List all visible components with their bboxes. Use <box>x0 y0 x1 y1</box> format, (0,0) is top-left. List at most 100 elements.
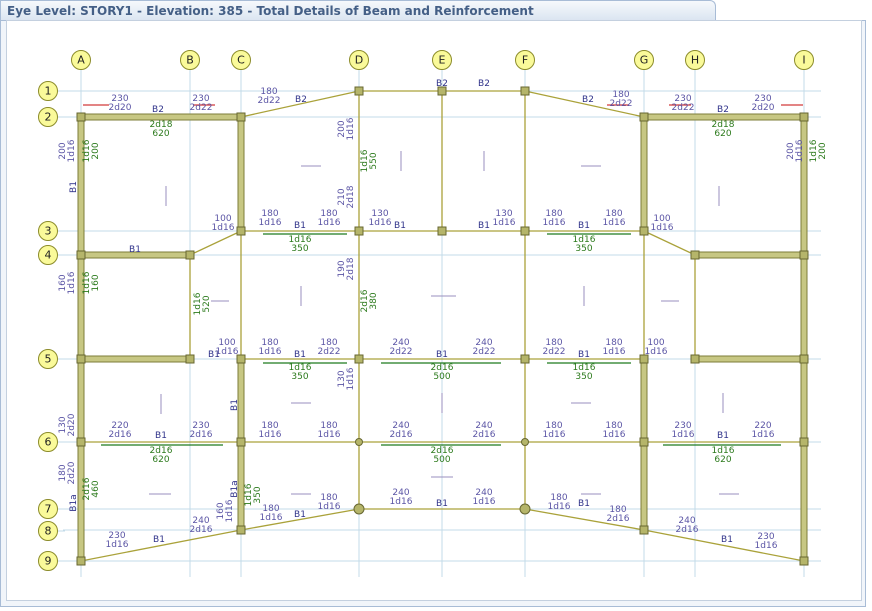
beam-label: 1d16 <box>212 223 235 233</box>
column <box>639 525 649 535</box>
drawing-window: Eye Level: STORY1 - Elevation: 385 - Tot… <box>0 0 872 611</box>
vertical-label: 1d16 <box>67 139 77 162</box>
column <box>639 112 649 122</box>
beam-label: 2d22 <box>258 96 281 106</box>
beam-label: B1 <box>436 350 448 360</box>
beam-label: 2d16 <box>190 525 213 535</box>
beam-label: 2d16 <box>190 430 213 440</box>
grid-label-e: E <box>439 54 446 67</box>
beam-label: 2d22 <box>318 347 341 357</box>
grid-label-row-9: 9 <box>45 555 52 568</box>
beam-label: 1d16 <box>493 218 516 228</box>
column <box>236 525 246 535</box>
beam-label: 350 <box>575 372 592 382</box>
beam-label: 1d16 <box>548 502 571 512</box>
grid-label-a: A <box>77 54 85 67</box>
grid-label-row-4: 4 <box>45 249 52 262</box>
beam-label: 1d16 <box>543 430 566 440</box>
column <box>437 226 447 236</box>
vertical-label: B1a <box>230 480 240 497</box>
vertical-label: 1d16 <box>795 139 805 162</box>
beam-label: 500 <box>433 455 450 465</box>
beam-label: 1d16 <box>106 540 129 550</box>
beam-label: 1d16 <box>645 347 668 357</box>
wall-v <box>800 116 808 562</box>
beam-label: 1d16 <box>752 430 775 440</box>
beam-label: 620 <box>152 129 169 139</box>
beam-label: 2d22 <box>390 347 413 357</box>
grid-label-g: G <box>640 54 649 67</box>
column <box>236 112 246 122</box>
beam-line <box>643 230 696 256</box>
wall-h <box>694 355 805 363</box>
column <box>799 556 809 566</box>
beam-label: 1d16 <box>259 218 282 228</box>
beam-label: B1 <box>153 535 165 545</box>
column <box>639 226 649 236</box>
beam-label: B2 <box>478 79 490 89</box>
grid-label-row-5: 5 <box>45 353 52 366</box>
grid-label-d: D <box>355 54 363 67</box>
beam-label: B1 <box>436 499 448 509</box>
beam-label: 1d16 <box>603 218 626 228</box>
grid-label-h: H <box>691 54 699 67</box>
column <box>799 354 809 364</box>
floor-plan[interactable]: A B C D E F G H I123456789B2B2B2 B2B2B22302d20230… <box>7 21 863 602</box>
column <box>236 437 246 447</box>
beam-label: 2d22 <box>672 103 695 113</box>
beam-label: 1d16 <box>543 218 566 228</box>
vertical-label: 1d16 <box>67 271 77 294</box>
window-tab[interactable]: Eye Level: STORY1 - Elevation: 385 - Tot… <box>0 0 716 20</box>
vertical-label: 460 <box>91 480 101 497</box>
beam-label: 2d22 <box>190 103 213 113</box>
column <box>690 250 700 260</box>
drawing-canvas[interactable]: A B C D E F G H I 1 2 3 4 5 6 7 8 9 B2 B2 B2 B2 B2 B2 230 2d20 230… <box>6 20 862 601</box>
vertical-label: 1d16 <box>346 117 356 140</box>
beam-label: B1 <box>578 499 590 509</box>
beam-label: B2 <box>295 95 307 105</box>
vertical-label: 160 <box>91 274 101 291</box>
beam-label: 1d16 <box>259 430 282 440</box>
vertical-label: 2d18 <box>346 185 356 208</box>
beam-label: 1d16 <box>390 497 413 507</box>
grid-label-i: I <box>802 54 805 67</box>
vertical-label: B1 <box>230 399 240 411</box>
beam-label: 1d16 <box>216 347 239 357</box>
wall-v <box>237 116 245 232</box>
column <box>354 86 364 96</box>
beam-line <box>189 230 242 256</box>
beam-label: 350 <box>291 372 308 382</box>
beam-label: B1 <box>155 431 167 441</box>
beam-label: B1 <box>129 245 141 255</box>
beam-label: 620 <box>714 455 731 465</box>
vertical-label: 1d16 <box>225 499 235 522</box>
beam-label: 2d16 <box>607 514 630 524</box>
beam-label: 1d16 <box>755 541 778 551</box>
grid-label-row-1: 1 <box>45 85 52 98</box>
beam-label: 1d16 <box>651 223 674 233</box>
vertical-label: 380 <box>369 292 379 309</box>
beam-label: 620 <box>714 129 731 139</box>
column <box>354 354 364 364</box>
beam-label: 1d16 <box>603 430 626 440</box>
beam-label: 2d22 <box>543 347 566 357</box>
vertical-label: B1 <box>69 181 79 193</box>
column <box>76 250 86 260</box>
column <box>690 354 700 364</box>
column-round <box>519 503 531 515</box>
beam-label: 2d22 <box>473 347 496 357</box>
beam-label: 1d16 <box>260 513 283 523</box>
beam-label: 1d16 <box>473 497 496 507</box>
column <box>76 556 86 566</box>
beam-label: 2d16 <box>109 430 132 440</box>
window-title: Eye Level: STORY1 - Elevation: 385 - Tot… <box>7 4 534 18</box>
beam-label: B1 <box>294 221 306 231</box>
grid-label-row-2: 2 <box>45 111 52 124</box>
beam-label: 2d20 <box>752 103 775 113</box>
beam-label: 350 <box>291 244 308 254</box>
vertical-label: 2d20 <box>67 461 77 484</box>
grid-label-row-3: 3 <box>45 225 52 238</box>
column <box>799 112 809 122</box>
beam-label: B1 <box>578 221 590 231</box>
beam-label: 350 <box>575 244 592 254</box>
